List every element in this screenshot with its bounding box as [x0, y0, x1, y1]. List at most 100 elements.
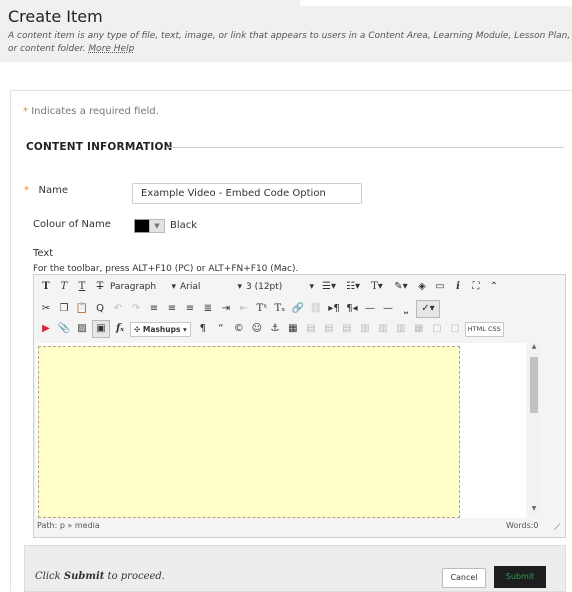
info-icon[interactable]: i [450, 279, 466, 295]
table-row-after-icon[interactable]: ▤ [321, 321, 337, 337]
required-note: * Indicates a required field. [23, 106, 159, 117]
format-select[interactable]: Paragraph ▾ [110, 279, 176, 295]
spellcheck-icon[interactable]: ✓▾ [416, 300, 440, 318]
text-editor: T T T T Paragraph ▾ Arial ▾ 3 (12pt) ▾ ☰▾ ☷… [33, 274, 566, 538]
horizontal-rule-icon[interactable]: — [362, 301, 378, 317]
ltr-icon[interactable]: ▸¶ [326, 301, 342, 317]
format-select-value: Paragraph [110, 282, 157, 292]
mashups-button[interactable]: ✣ Mashups ▾ [130, 321, 191, 337]
text-color-icon[interactable]: T▾ [366, 279, 388, 295]
subscript-icon[interactable]: Tₓ [272, 301, 288, 317]
header-tab-cut [300, 0, 572, 6]
table-col-after-icon[interactable]: ▥ [375, 321, 391, 337]
colour-label: Colour of Name [33, 219, 111, 230]
emoticon-icon[interactable]: ☺ [249, 321, 265, 337]
section-title: CONTENT INFORMATION [26, 141, 173, 153]
required-note-text: Indicates a required field. [31, 106, 159, 117]
size-select[interactable]: 3 (12pt) ▾ [246, 279, 314, 295]
insert-image-icon[interactable]: ▨ [74, 321, 90, 337]
submit-bar: Click Submit to proceed. Cancel Submit [24, 545, 566, 592]
colour-value: Black [170, 220, 198, 231]
instruction-strong: Submit [63, 571, 105, 582]
font-select-value: Arial [180, 282, 201, 292]
table-split-icon[interactable]: ▢ [447, 321, 463, 337]
bold-icon[interactable]: T [38, 279, 54, 295]
superscript-icon[interactable]: Tˣ [254, 301, 270, 317]
preview-icon[interactable]: ▭ [432, 279, 448, 295]
collapse-icon[interactable]: ⌃ [486, 279, 502, 295]
math-formula-icon[interactable]: fₓ [112, 321, 128, 337]
section-divider [166, 147, 564, 148]
format-chevron-down-icon: ▾ [171, 282, 176, 292]
fullscreen-icon[interactable]: ⛶ [468, 279, 484, 295]
copy-icon[interactable]: ❐ [56, 301, 72, 317]
instruction-pre: Click [35, 571, 64, 582]
name-label: * Name [24, 185, 68, 196]
font-chevron-down-icon: ▾ [237, 282, 242, 292]
align-right-icon[interactable]: ≡ [182, 301, 198, 317]
html-css-button[interactable]: HTML CSS [464, 321, 504, 337]
cancel-button[interactable]: Cancel [442, 568, 486, 588]
redo-icon[interactable]: ↷ [128, 301, 144, 317]
paragraph-icon[interactable]: ¶ [195, 321, 211, 337]
align-left-icon[interactable]: ≡ [146, 301, 162, 317]
anchor-icon[interactable]: ⚓ [267, 321, 283, 337]
table-delete-col-icon[interactable]: ▥ [393, 321, 409, 337]
table-col-before-icon[interactable]: ▥ [357, 321, 373, 337]
table-delete-row-icon[interactable]: ▤ [339, 321, 355, 337]
name-input[interactable]: Example Video - Embed Code Option [132, 183, 362, 204]
youtube-icon[interactable]: ▶ [38, 321, 54, 337]
page-description: A content item is any type of file, text… [8, 30, 572, 56]
outdent-icon[interactable]: ⇤ [236, 301, 252, 317]
name-label-text: Name [38, 185, 69, 196]
highlight-icon[interactable]: ✎▾ [390, 279, 412, 295]
scroll-up-icon[interactable]: ▲ [528, 343, 540, 350]
italic-icon[interactable]: T [56, 279, 72, 295]
hr-thick-icon[interactable]: — [380, 301, 396, 317]
table-cell-props-icon[interactable]: ▦ [411, 321, 427, 337]
name-required-star: * [24, 185, 29, 196]
quote-icon[interactable]: “ [213, 321, 229, 337]
strikethrough-icon[interactable]: T [92, 279, 108, 295]
paste-icon[interactable]: 📋 [74, 301, 90, 317]
toolbar-row-1: T T T T Paragraph ▾ Arial ▾ 3 (12pt) ▾ ☰▾ ☷… [34, 277, 565, 297]
attach-file-icon[interactable]: 📎 [56, 321, 72, 337]
eraser-icon[interactable]: ◈ [414, 279, 430, 295]
element-path: Path: p » media [37, 521, 100, 530]
rtl-icon[interactable]: ¶◂ [344, 301, 360, 317]
undo-icon[interactable]: ↶ [110, 301, 126, 317]
text-label: Text [33, 248, 54, 259]
resize-grip-icon[interactable]: ⟋ [554, 523, 560, 533]
toolbar-row-2: ✂ ❐ 📋 Q ↶ ↷ ≡ ≡ ≡ ≣ ⇥ ⇤ Tˣ Tₓ 🔗 ⛓ ▸¶ ¶◂ … [34, 299, 565, 319]
cut-icon[interactable]: ✂ [38, 301, 54, 317]
nonbreaking-space-icon[interactable]: ⎵ [398, 301, 414, 317]
table-row-before-icon[interactable]: ▤ [303, 321, 319, 337]
submit-button[interactable]: Submit [494, 566, 546, 588]
insert-media-icon[interactable]: ▣ [92, 320, 110, 338]
numbered-list-icon[interactable]: ☷▾ [342, 279, 364, 295]
embedded-media-placeholder[interactable] [38, 346, 460, 518]
bullet-list-icon[interactable]: ☰▾ [318, 279, 340, 295]
scrollbar-thumb[interactable] [530, 357, 538, 413]
table-merge-icon[interactable]: ▢ [429, 321, 445, 337]
copyright-icon[interactable]: © [231, 321, 247, 337]
colour-swatch[interactable] [134, 219, 150, 233]
find-icon[interactable]: Q [92, 301, 108, 317]
word-count: Words:0 [506, 521, 539, 530]
submit-instruction: Click Submit to proceed. [35, 571, 165, 582]
align-center-icon[interactable]: ≡ [164, 301, 180, 317]
toolbar-hint: For the toolbar, press ALT+F10 (PC) or A… [33, 264, 299, 274]
scroll-down-icon[interactable]: ▼ [528, 505, 540, 512]
font-select[interactable]: Arial ▾ [180, 279, 242, 295]
editor-scrollbar[interactable]: ▲ ▼ [528, 343, 540, 516]
link-icon[interactable]: 🔗 [290, 301, 306, 317]
colour-dropdown-icon[interactable]: ▼ [149, 219, 165, 233]
mashups-label: Mashups [142, 324, 181, 334]
indent-icon[interactable]: ⇥ [218, 301, 234, 317]
page-title: Create Item [8, 7, 103, 26]
underline-icon[interactable]: T [74, 279, 90, 295]
more-help-link[interactable]: More Help [88, 44, 134, 54]
align-justify-icon[interactable]: ≣ [200, 301, 216, 317]
unlink-icon[interactable]: ⛓ [308, 301, 324, 317]
insert-table-icon[interactable]: ▦ [285, 321, 301, 337]
